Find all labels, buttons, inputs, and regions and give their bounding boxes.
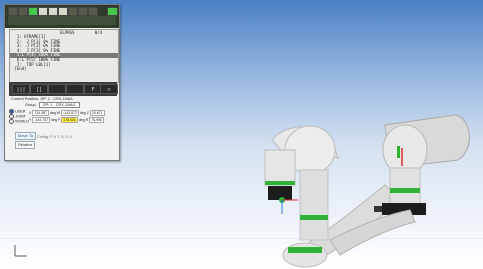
group-label: Group xyxy=(25,103,36,107)
program-line[interactable]: [End] xyxy=(10,67,118,72)
group-row: Group GP: 1 - CRX-10iA/L xyxy=(25,102,80,108)
x-value[interactable]: 734.387 xyxy=(32,110,49,116)
p-value[interactable]: 178.031 xyxy=(61,117,78,123)
program-lines[interactable]: 1: UFRAME[1] 2: J P[1] 0% FINE 3: J P[2]… xyxy=(10,34,118,72)
toolbar-slot-3[interactable] xyxy=(38,7,48,16)
current-position-panel: Current Position, GP: 1 - CRX-10iA/L Gro… xyxy=(9,97,117,157)
w-value[interactable]: -143.572 xyxy=(61,110,79,116)
toolbar-slot-9[interactable] xyxy=(107,7,118,16)
fkey-1[interactable]: ||| xyxy=(12,84,30,94)
move-to-button[interactable]: Move To xyxy=(15,132,37,140)
toolbar-slot-2[interactable] xyxy=(18,7,28,16)
coord-row-2: Y -444.757 deg P 178.031 deg R 76.996 xyxy=(29,117,104,123)
robot-green-band xyxy=(288,247,322,253)
toolbar-slot-5[interactable] xyxy=(58,7,68,16)
position-header: Current Position, GP: 1 - CRX-10iA/L xyxy=(11,97,74,101)
toolbar-status-light xyxy=(28,7,38,16)
robot-wrist xyxy=(264,149,296,186)
toolbar-slot-7[interactable] xyxy=(78,7,88,16)
coord-row-1: X 734.387 deg W -143.572 deg Z 20.671 xyxy=(29,110,105,116)
robot2-clamp xyxy=(374,206,382,212)
toolbar-slot-6[interactable] xyxy=(68,7,78,16)
view-axis-indicator xyxy=(14,245,27,257)
robot2-shoulder-accent xyxy=(397,146,400,158)
toolbar-slot-4[interactable] xyxy=(48,7,58,16)
status-line xyxy=(8,16,116,25)
fkey-4[interactable] xyxy=(66,84,84,94)
fkey-2[interactable]: [] xyxy=(30,84,48,94)
toolbar-slot-1[interactable] xyxy=(8,7,18,16)
robot-column-band xyxy=(300,215,328,220)
toolbar-slot-8[interactable] xyxy=(88,7,98,16)
r-value[interactable]: 76.996 xyxy=(89,117,104,123)
pendant-toolbar xyxy=(5,5,119,28)
y-value[interactable]: -444.757 xyxy=(32,117,51,123)
program-editor[interactable]: ELPRGS 0/4 1: UFRAME[1] 2: J P[1] 0% FIN… xyxy=(9,29,119,83)
robot-base-joint xyxy=(282,242,328,268)
robot-arm-column xyxy=(299,169,329,241)
group-dropdown[interactable]: GP: 1 - CRX-10iA/L xyxy=(38,102,80,108)
z-value[interactable]: 20.671 xyxy=(89,110,105,116)
robot2-column-band xyxy=(390,188,420,193)
config-text: Config: F U T, 0, 0, 0 xyxy=(37,135,72,139)
relative-button[interactable]: Relative xyxy=(15,141,36,149)
function-key-bar: ||| [] F > xyxy=(9,82,118,96)
frame-radio-world[interactable]: WORLD xyxy=(9,119,29,124)
fkey-3[interactable] xyxy=(48,84,66,94)
robot-wrist-band xyxy=(265,181,295,185)
next-page-button[interactable]: > xyxy=(100,84,118,94)
program-title: ELPRGS xyxy=(60,30,75,35)
teach-pendant-window[interactable]: ELPRGS 0/4 1: UFRAME[1] 2: J P[1] 0% FIN… xyxy=(4,4,120,161)
program-line-count: 0/4 xyxy=(94,30,102,35)
